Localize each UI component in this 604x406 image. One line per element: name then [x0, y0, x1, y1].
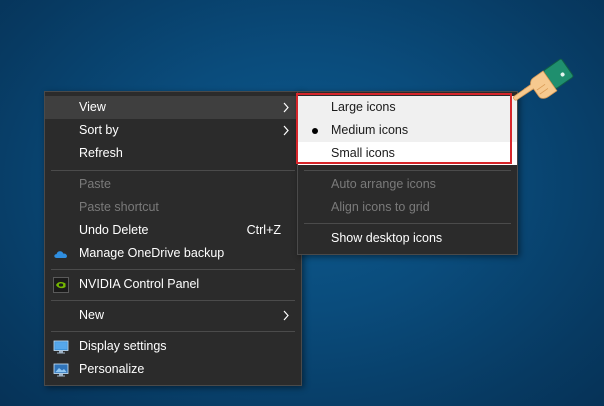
menu-item-personalize[interactable]: Personalize	[45, 358, 301, 381]
display-settings-icon	[53, 340, 69, 354]
submenu-item-large-icons[interactable]: Large icons	[298, 96, 517, 119]
menu-separator	[51, 170, 295, 171]
chevron-right-icon	[283, 102, 289, 113]
desktop-context-menu: View Sort by Refresh Paste Paste shortcu…	[44, 91, 302, 386]
radio-bullet-icon	[312, 128, 318, 134]
menu-item-label: Paste shortcut	[79, 200, 159, 214]
chevron-right-icon	[283, 310, 289, 321]
pointing-hand-icon	[513, 58, 574, 101]
menu-item-label: Paste	[79, 177, 111, 191]
submenu-item-small-icons[interactable]: Small icons	[298, 142, 517, 165]
menu-item-label: New	[79, 308, 105, 322]
menu-item-label: Personalize	[79, 362, 145, 376]
menu-separator	[304, 223, 511, 224]
menu-item-label: View	[79, 100, 106, 114]
shortcut-text: Ctrl+Z	[246, 223, 281, 237]
menu-item-paste[interactable]: Paste	[45, 173, 301, 196]
menu-item-nvidia-control-panel[interactable]: NVIDIA Control Panel	[45, 273, 301, 296]
menu-separator	[51, 331, 295, 332]
submenu-item-medium-icons[interactable]: Medium icons	[298, 119, 517, 142]
menu-item-display-settings[interactable]: Display settings	[45, 335, 301, 358]
menu-item-label: Display settings	[79, 339, 167, 353]
view-submenu: Large icons Medium icons Small icons Aut…	[297, 91, 518, 255]
menu-item-label: Small icons	[331, 146, 395, 160]
menu-item-refresh[interactable]: Refresh	[45, 142, 301, 165]
menu-item-manage-onedrive-backup[interactable]: Manage OneDrive backup	[45, 242, 301, 265]
personalize-icon	[53, 363, 69, 377]
submenu-item-show-desktop-icons[interactable]: Show desktop icons	[298, 227, 517, 250]
nvidia-icon	[53, 277, 69, 293]
onedrive-cloud-icon	[54, 251, 67, 258]
menu-item-label: Undo Delete	[79, 223, 149, 237]
menu-item-label: Show desktop icons	[331, 231, 443, 245]
menu-item-label: Large icons	[331, 100, 396, 114]
menu-item-label: Refresh	[79, 146, 123, 160]
menu-item-label: Sort by	[79, 123, 119, 137]
menu-item-label: Manage OneDrive backup	[79, 246, 225, 260]
submenu-item-auto-arrange-icons[interactable]: Auto arrange icons	[298, 173, 517, 196]
menu-item-new[interactable]: New	[45, 304, 301, 327]
submenu-item-align-icons-to-grid[interactable]: Align icons to grid	[298, 196, 517, 219]
menu-item-sort-by[interactable]: Sort by	[45, 119, 301, 142]
menu-separator	[304, 170, 511, 171]
menu-item-label: Medium icons	[331, 123, 409, 137]
menu-item-view[interactable]: View	[45, 96, 301, 119]
chevron-right-icon	[283, 125, 289, 136]
menu-separator	[51, 269, 295, 270]
menu-item-paste-shortcut[interactable]: Paste shortcut	[45, 196, 301, 219]
menu-separator	[51, 300, 295, 301]
menu-item-undo-delete[interactable]: Undo Delete Ctrl+Z	[45, 219, 301, 242]
menu-item-label: Align icons to grid	[331, 200, 430, 214]
menu-item-label: Auto arrange icons	[331, 177, 436, 191]
menu-item-label: NVIDIA Control Panel	[79, 277, 200, 291]
